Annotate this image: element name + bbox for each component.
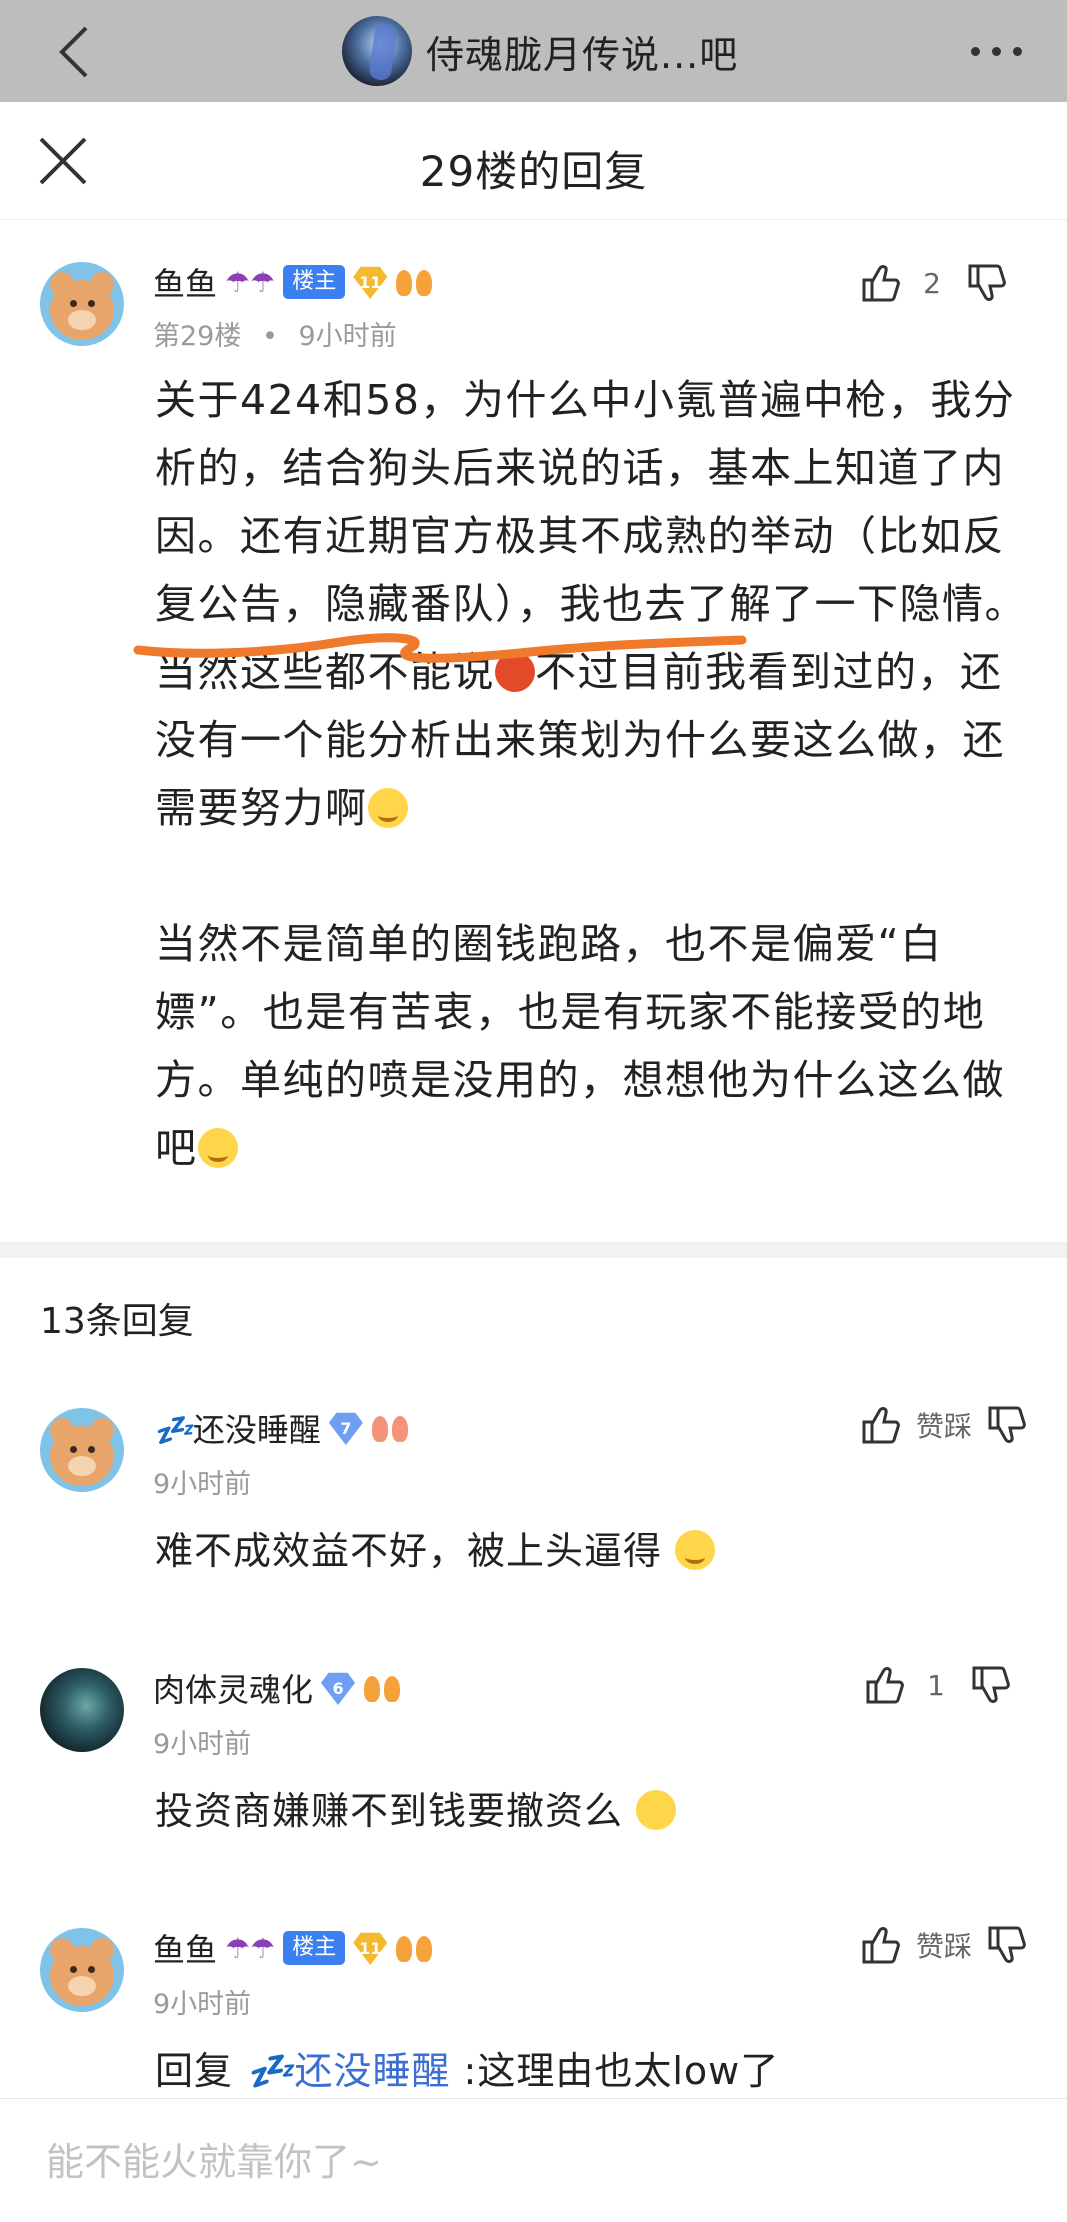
thumbs-down-icon[interactable]: [984, 1922, 1030, 1968]
thinking-emoji-icon: [636, 1790, 677, 1830]
like-count: 2: [923, 266, 941, 300]
reply-text: 投资商嫌赚不到钱要撤资么: [155, 1780, 677, 1835]
vote-actions: 赞踩: [858, 1920, 1030, 1970]
reply-input[interactable]: [46, 2135, 1006, 2189]
author-name-row: 💤还没睡醒 7: [153, 1406, 409, 1450]
avatar[interactable]: [40, 1928, 124, 2012]
smile-emoji-icon: [367, 788, 408, 828]
timestamp: 9小时前: [153, 1729, 252, 1760]
reply-body: 难不成效益不好，被上头逼得: [155, 1529, 663, 1573]
level-badge-icon: 6: [321, 1672, 356, 1705]
handdrawn-underline: [133, 633, 747, 663]
thumbs-down-icon[interactable]: [968, 1662, 1014, 1708]
author-name-row: 鱼鱼 ☂☂ 楼主 11: [153, 260, 433, 304]
top-nav-bar: 侍魂胧月传说...吧: [0, 0, 1067, 102]
vote-label: 赞踩: [916, 1410, 973, 1443]
reply-body: 投资商嫌赚不到钱要撤资么: [155, 1789, 624, 1833]
lung-icon: [395, 266, 433, 298]
username[interactable]: 鱼鱼: [153, 259, 217, 305]
zzz-icon: 💤: [246, 2049, 295, 2093]
smile-emoji-icon: [197, 1128, 238, 1168]
mention-link[interactable]: 💤还没睡醒: [246, 2049, 450, 2093]
replies-count: 13条回复: [40, 1301, 194, 1342]
thumbs-up-icon[interactable]: [862, 1662, 908, 1708]
author-name-row: 鱼鱼 ☂☂ 楼主 11: [153, 1926, 433, 1970]
avatar[interactable]: [40, 1668, 124, 1752]
reply-text: 回复 💤还没睡醒 :这理由也太low了: [155, 2040, 779, 2095]
like-count: 1: [927, 1668, 945, 1702]
reply-input-bar: [0, 2098, 1067, 2222]
timestamp: 9小时前: [153, 1469, 252, 1500]
avatar[interactable]: [40, 1408, 124, 1492]
level-badge-icon: 7: [328, 1412, 363, 1445]
level-badge-icon: 11: [353, 266, 388, 299]
forum-name: 侍魂胧月传说...吧: [426, 32, 739, 77]
comment-paragraph: 关于424和58，为什么中小氪普遍中枪，我分析的，结合狗头后来说的话，基本上知道…: [155, 366, 1035, 842]
vote-actions: 2: [858, 258, 1010, 308]
smile-emoji-icon: [675, 1530, 716, 1570]
comment-text: 当然不是简单的圈钱跑路，也不是偏爱“白嫖”。也是有苦衷，也是有玩家不能接受的地方…: [155, 920, 1005, 1172]
mention-name: 还没睡醒: [294, 2049, 451, 2093]
thumbs-down-icon[interactable]: [984, 1402, 1030, 1448]
host-badge: 楼主: [283, 265, 346, 299]
username[interactable]: 💤还没睡醒: [153, 1405, 321, 1451]
more-icon[interactable]: [971, 36, 1029, 66]
thumbs-down-icon[interactable]: [964, 260, 1010, 306]
timestamp: 9小时前: [153, 1989, 252, 2020]
comment-body: 关于424和58，为什么中小氪普遍中枪，我分析的，结合狗头后来说的话，基本上知道…: [155, 366, 1035, 1182]
timestamp: 9小时前: [298, 321, 397, 352]
reply-text: 难不成效益不好，被上头逼得: [155, 1520, 716, 1575]
lung-icon: [371, 1412, 409, 1444]
vote-actions: 1: [862, 1660, 1014, 1710]
zzz-icon: 💤: [153, 1411, 193, 1449]
username[interactable]: 鱼鱼: [153, 1925, 217, 1971]
meta-separator: •: [261, 321, 278, 352]
username-text: 还没睡醒: [192, 1411, 321, 1449]
host-badge: 楼主: [283, 1931, 346, 1965]
lung-icon: [363, 1672, 401, 1704]
comment-meta: 第29楼 • 9小时前: [153, 314, 397, 353]
floor-label: 第29楼: [153, 321, 242, 352]
reply-sheet-header: 29楼的回复: [0, 102, 1067, 220]
lung-icon: [395, 1932, 433, 1964]
thumbs-up-icon[interactable]: [858, 260, 904, 306]
author-name-row: 肉体灵魂化 6: [153, 1666, 401, 1710]
umbrella-icon: ☂☂: [225, 1931, 276, 1965]
thumbs-up-icon[interactable]: [858, 1922, 904, 1968]
vote-actions: 赞踩: [858, 1400, 1030, 1450]
comment-paragraph: 当然不是简单的圈钱跑路，也不是偏爱“白嫖”。也是有苦衷，也是有玩家不能接受的地方…: [155, 910, 1035, 1182]
level-badge-icon: 11: [353, 1932, 388, 1965]
section-divider: [0, 1242, 1067, 1258]
back-icon[interactable]: [52, 24, 102, 80]
username[interactable]: 肉体灵魂化: [153, 1665, 313, 1711]
thumbs-up-icon[interactable]: [858, 1402, 904, 1448]
umbrella-icon: ☂☂: [225, 265, 276, 299]
reply-body: :这理由也太low了: [463, 2049, 780, 2093]
forum-avatar: [342, 16, 412, 86]
forum-title[interactable]: 侍魂胧月传说...吧: [342, 14, 738, 88]
sheet-title: 29楼的回复: [419, 147, 648, 196]
reply-prefix: 回复: [155, 2049, 234, 2093]
avatar[interactable]: [40, 262, 124, 346]
vote-label: 赞踩: [916, 1930, 973, 1963]
